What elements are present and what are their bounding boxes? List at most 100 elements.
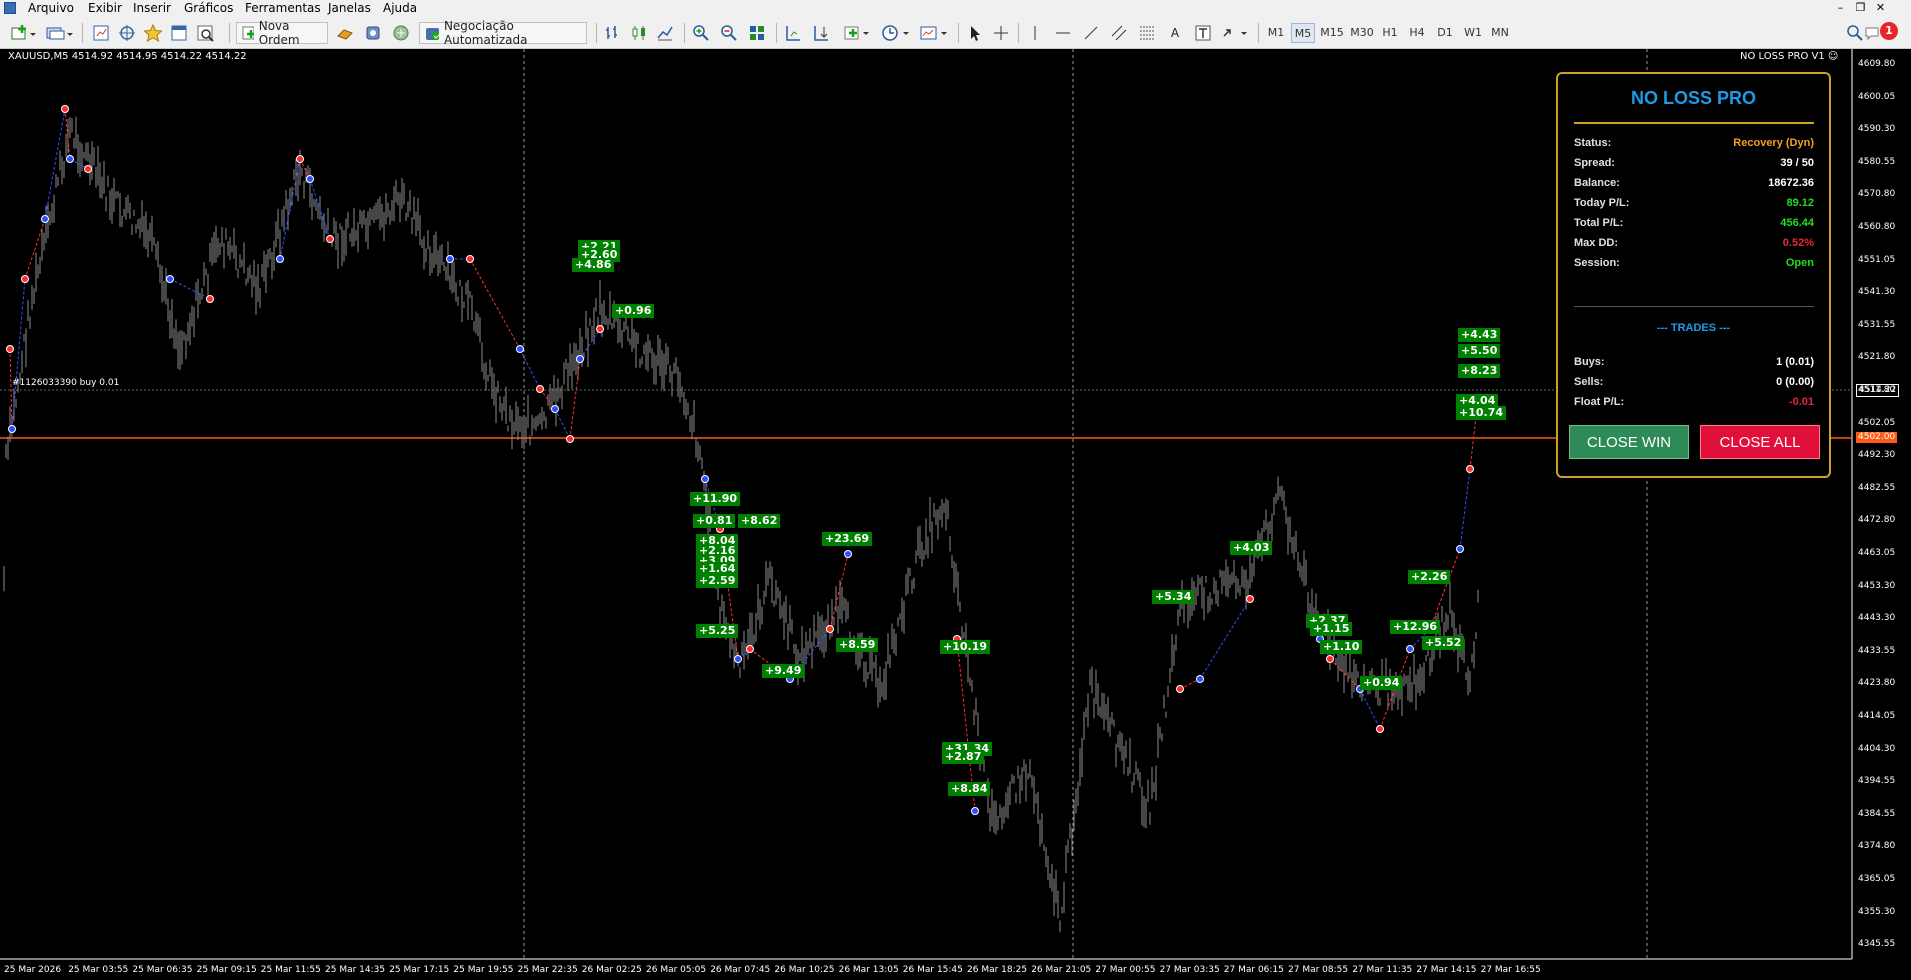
vertical-line-icon[interactable]	[1024, 22, 1046, 44]
timeframe-m30[interactable]: M30	[1348, 23, 1376, 43]
close-icon[interactable]: ✕	[1872, 0, 1889, 15]
profit-tag: +8.84	[948, 782, 991, 796]
menu-exibir[interactable]: Exibir	[88, 1, 122, 16]
price-tick-label: 4551.05	[1858, 254, 1896, 265]
trades-header: --- TRADES ---	[1656, 322, 1731, 334]
notification-badge[interactable]: 1	[1880, 22, 1898, 40]
horizontal-line-icon[interactable]	[1052, 22, 1074, 44]
profit-tag: +12.96	[1390, 620, 1441, 634]
zoom-out-icon[interactable]	[718, 22, 740, 44]
market-watch-icon[interactable]	[90, 22, 112, 44]
timeframe-w1[interactable]: W1	[1461, 23, 1485, 43]
price-tick-label: 4463.05	[1858, 548, 1896, 558]
fibonacci-icon[interactable]	[1136, 22, 1158, 44]
close-win-button[interactable]: CLOSE WIN	[1569, 425, 1689, 459]
menu-ajuda[interactable]: Ajuda	[383, 1, 417, 16]
profit-tag: +5.52	[1422, 636, 1465, 650]
trade-marker	[516, 345, 524, 353]
timeframe-m1[interactable]: M1	[1264, 23, 1288, 43]
timeframe-m15[interactable]: M15	[1318, 23, 1346, 43]
timeframe-h4[interactable]: H4	[1405, 23, 1429, 43]
time-tick-label: 26 Mar 02:25	[581, 965, 642, 975]
navigator-icon[interactable]	[142, 22, 164, 44]
time-tick-label: 26 Mar 05:05	[646, 965, 707, 975]
profit-tag: +1.10	[1320, 640, 1363, 654]
algo-trading-label: Negociação Automatizada	[443, 19, 528, 47]
time-tick-label: 25 Mar 11:55	[260, 965, 321, 975]
channel-icon[interactable]	[1108, 22, 1130, 44]
periods-icon[interactable]	[880, 22, 912, 44]
time-tick-label: 25 Mar 03:55	[68, 965, 129, 975]
chat-icon[interactable]	[1864, 22, 1880, 44]
close-all-button[interactable]: CLOSE ALL	[1700, 425, 1820, 459]
trendline-icon[interactable]	[1080, 22, 1102, 44]
data-window-icon[interactable]	[116, 22, 138, 44]
bar-chart-icon[interactable]	[602, 22, 624, 44]
menu-inserir[interactable]: Inserir	[133, 1, 171, 16]
tile-windows-icon[interactable]	[746, 22, 768, 44]
time-tick-label: 27 Mar 08:55	[1288, 965, 1349, 975]
today-pl-row: Today P/L: 89.12	[1574, 197, 1814, 209]
price-tick-label: 4414.05	[1858, 711, 1896, 721]
trade-marker	[746, 645, 754, 653]
timeframe-mn[interactable]: MN	[1488, 23, 1512, 43]
cursor-icon[interactable]	[964, 22, 986, 44]
menu-arquivo[interactable]: Arquivo	[28, 1, 74, 16]
profit-tag: +1.15	[1310, 622, 1353, 636]
zoom-in-icon[interactable]	[690, 22, 712, 44]
strategy-tester-icon[interactable]	[194, 22, 216, 44]
autoscroll-icon[interactable]	[810, 22, 832, 44]
price-tick-label: 4560.80	[1858, 222, 1896, 232]
indicators-icon[interactable]	[842, 22, 872, 44]
spread-row: Spread: 39 / 50	[1574, 157, 1814, 169]
text-label-icon[interactable]	[1192, 22, 1214, 44]
text-icon[interactable]: A	[1164, 22, 1186, 44]
trade-marker	[566, 435, 574, 443]
arrows-icon[interactable]	[1220, 22, 1250, 44]
timeframe-d1[interactable]: D1	[1433, 23, 1457, 43]
trade-marker	[446, 255, 454, 263]
time-tick-label: 27 Mar 11:35	[1352, 965, 1413, 975]
restore-icon[interactable]: ❐	[1852, 0, 1869, 15]
algo-trading-button[interactable]: Negociação Automatizada	[419, 19, 587, 47]
time-tick-label: 27 Mar 00:55	[1095, 965, 1156, 975]
menu-ferramentas[interactable]: Ferramentas	[245, 1, 321, 16]
new-chart-icon[interactable]	[8, 22, 38, 44]
crosshair-icon[interactable]	[990, 22, 1012, 44]
profit-tag: +2.59	[696, 574, 739, 588]
menu-graficos[interactable]: Gráficos	[184, 1, 233, 16]
order-line-label[interactable]: #1126033390 buy 0.01	[12, 378, 119, 388]
profiles-icon[interactable]	[42, 22, 76, 44]
price-tick-label: 4394.55	[1858, 776, 1896, 787]
price-tick-label: 4600.05	[1858, 91, 1896, 102]
chart-header: XAUUSD,M5 4514.92 4514.95 4514.22 4514.2…	[8, 51, 247, 62]
profit-tag: +5.34	[1152, 590, 1195, 604]
search-icon[interactable]	[1844, 22, 1866, 44]
price-tick-label: 4492.30	[1858, 450, 1896, 461]
chart-shift-icon[interactable]	[782, 22, 804, 44]
trade-marker	[826, 625, 834, 633]
time-tick-label: 25 Mar 19:55	[453, 965, 514, 975]
price-tick-label: 4590.30	[1858, 124, 1896, 135]
time-tick-label: 26 Mar 13:05	[838, 965, 899, 975]
templates-icon[interactable]	[918, 22, 950, 44]
profit-tag: +4.86	[572, 258, 615, 272]
timeframe-h1[interactable]: H1	[1378, 23, 1402, 43]
time-tick-label: 27 Mar 14:15	[1416, 965, 1477, 975]
minimize-icon[interactable]: –	[1832, 0, 1849, 15]
line-chart-icon[interactable]	[654, 22, 676, 44]
trade-marker	[1246, 595, 1254, 603]
market-icon[interactable]	[390, 22, 412, 44]
timeframe-m5[interactable]: M5	[1291, 23, 1315, 43]
trade-marker	[536, 385, 544, 393]
new-order-button[interactable]: Nova Ordem	[236, 19, 328, 47]
toolbar: Nova Ordem Negociação Automatizada A M1 …	[0, 17, 1911, 49]
app-icon	[4, 2, 16, 14]
candlestick-icon[interactable]	[628, 22, 650, 44]
trade-marker	[41, 215, 49, 223]
gold-icon[interactable]	[334, 22, 356, 44]
signals-icon[interactable]	[362, 22, 384, 44]
terminal-icon[interactable]	[168, 22, 190, 44]
time-tick-label: 26 Mar 21:05	[1031, 965, 1092, 975]
menu-janelas[interactable]: Janelas	[328, 1, 371, 16]
